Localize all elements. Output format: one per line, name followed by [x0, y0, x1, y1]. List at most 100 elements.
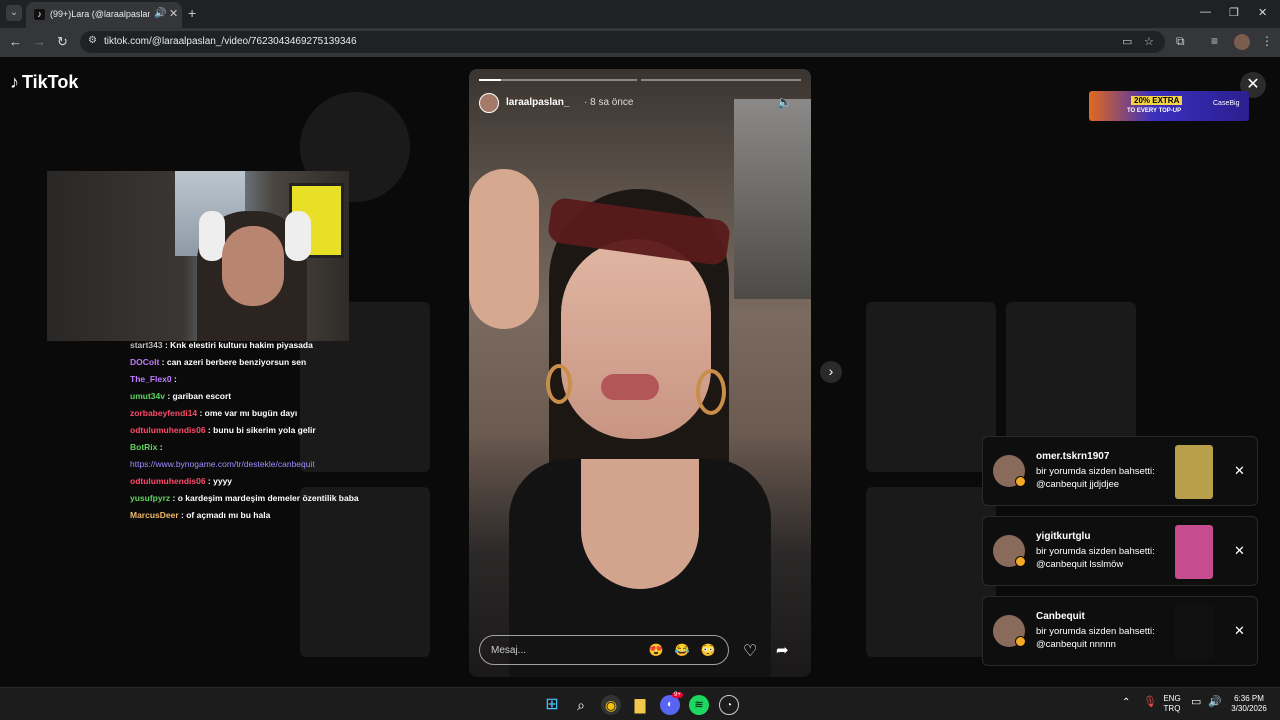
- lang-text: ENG: [1163, 694, 1181, 703]
- notification-thumbnail[interactable]: [1175, 525, 1213, 579]
- extensions-icon[interactable]: ⧉: [1176, 34, 1185, 49]
- chat-text: gariban escort: [172, 391, 232, 401]
- clock-time: 6:36 PM: [1234, 694, 1264, 703]
- casebig-ad-banner[interactable]: 20% EXTRA TO EVERY TOP-UP CaseBig: [1089, 91, 1249, 121]
- notification-user[interactable]: Canbequit: [1036, 611, 1085, 622]
- shocked-emoji-icon[interactable]: 😳: [699, 641, 717, 659]
- chat-username[interactable]: start343: [130, 340, 163, 350]
- story-time: · 8 sa önce: [584, 97, 634, 108]
- app-clock-icon[interactable]: ◔: [719, 695, 739, 715]
- mention-badge-icon: [1015, 476, 1026, 487]
- share-icon[interactable]: ➦: [776, 641, 789, 659]
- spotify-icon[interactable]: ≋: [689, 695, 709, 715]
- story-username[interactable]: laraalpaslan_: [506, 97, 569, 108]
- mention-notification[interactable]: Canbequit bir yorumda sizden bahsetti: @ca…: [982, 596, 1258, 666]
- logo-text: TikTok: [22, 72, 79, 92]
- mention-notification[interactable]: omer.tskrn1907 bir yorumda sizden bahsett…: [982, 436, 1258, 506]
- chat-username[interactable]: zorbabeyfendi14: [130, 408, 197, 418]
- chat-message: umut34v : gariban escort: [130, 391, 232, 401]
- notification-close-icon[interactable]: ✕: [1234, 543, 1245, 559]
- mention-notification[interactable]: yigitkurtglu bir yorumda sizden bahsetti:…: [982, 516, 1258, 586]
- story-viewer[interactable]: laraalpaslan_ · 8 sa önce 🔈 Mesaj... 😍 😂…: [469, 69, 811, 677]
- profile-avatar[interactable]: [1234, 34, 1250, 50]
- clock[interactable]: 6:36 PM 3/30/2026: [1228, 694, 1270, 714]
- story-progress-fill: [479, 79, 502, 81]
- clock-date: 3/30/2026: [1231, 704, 1267, 713]
- start-windows-icon[interactable]: ⊞: [542, 695, 562, 715]
- search-icon[interactable]: ⌕: [571, 695, 591, 715]
- next-story-chevron-icon[interactable]: ›: [820, 361, 842, 383]
- new-tab-icon[interactable]: +: [188, 5, 196, 21]
- cast-icon[interactable]: ▭: [1122, 35, 1132, 48]
- forward-icon[interactable]: →: [33, 34, 46, 49]
- message-placeholder: Mesaj...: [491, 645, 527, 656]
- chat-username[interactable]: The_Flex0: [130, 374, 172, 384]
- tiktok-favicon-icon: ♪: [34, 9, 45, 20]
- reading-list-icon[interactable]: ≡: [1211, 34, 1218, 48]
- chat-message: https://www.bynogame.com/tr/destekle/can…: [130, 456, 360, 473]
- reload-icon[interactable]: ↻: [57, 34, 68, 50]
- streamer-webcam: [47, 171, 349, 341]
- tiktok-note-icon: ♪: [10, 72, 19, 92]
- notification-close-icon[interactable]: ✕: [1234, 463, 1245, 479]
- notification-thumbnail[interactable]: [1175, 605, 1213, 659]
- window-close-icon[interactable]: ✕: [1258, 6, 1267, 19]
- notification-user[interactable]: omer.tskrn1907: [1036, 451, 1109, 462]
- ad-subline: TO EVERY TOP-UP: [1127, 108, 1182, 114]
- laughing-emoji-icon[interactable]: 😂: [673, 641, 691, 659]
- chat-link[interactable]: https://www.bynogame.com/tr/destekle/can…: [130, 459, 315, 469]
- stream-chat: start343 : Knk elestiri kulturu hakim pi…: [130, 337, 360, 524]
- notification-text: bir yorumda sizden bahsetti: @canbequit n…: [1036, 625, 1166, 651]
- back-icon[interactable]: ←: [9, 34, 22, 49]
- mention-badge-icon: [1015, 556, 1026, 567]
- tiktok-logo[interactable]: ♪ TikTok: [10, 72, 78, 93]
- chat-username[interactable]: odtulumuhendis06: [130, 476, 206, 486]
- windows-taskbar: ⊞ ⌕ ◉ ▇ ◐ 9+ ≋ ◔ ⌃ 🎙 ENG TRQ ▭ 🔊 6:36 PM…: [0, 687, 1280, 720]
- tray-chevron-icon[interactable]: ⌃: [1122, 698, 1130, 708]
- chat-username[interactable]: yusufpyrz: [130, 493, 170, 503]
- restore-icon[interactable]: ❐: [1229, 6, 1239, 19]
- chat-message: yusufpyrz : o kardeşim mardeşim demeler …: [130, 493, 359, 503]
- notification-thumbnail[interactable]: [1175, 445, 1213, 499]
- volume-tray-icon[interactable]: 🔊: [1208, 697, 1222, 708]
- chat-username[interactable]: umut34v: [130, 391, 165, 401]
- ad-brand: CaseBig: [1213, 100, 1240, 107]
- notification-user[interactable]: yigitkurtglu: [1036, 531, 1090, 542]
- notification-line2: @canbequit nnnnn: [1036, 639, 1116, 650]
- chat-username[interactable]: MarcusDeer: [130, 510, 179, 520]
- minimize-icon[interactable]: —: [1200, 6, 1211, 18]
- story-avatar[interactable]: [479, 93, 499, 113]
- ad-headline: 20% EXTRA: [1131, 96, 1183, 105]
- message-input[interactable]: Mesaj... 😍 😂 😳: [479, 635, 729, 665]
- story-time-text: 8 sa önce: [590, 97, 634, 108]
- discord-icon[interactable]: ◐: [660, 695, 680, 715]
- file-explorer-icon[interactable]: ▇: [630, 695, 650, 715]
- mention-badge-icon: [1015, 636, 1026, 647]
- chat-text: can azeri berbere benziyorsun sen: [166, 357, 307, 367]
- url-text: tiktok.com/@laraalpaslan_/video/76230434…: [104, 36, 357, 47]
- site-info-icon[interactable]: ⚙: [88, 35, 97, 46]
- volume-icon[interactable]: 🔈: [777, 95, 792, 109]
- chat-username[interactable]: odtulumuhendis06: [130, 425, 206, 435]
- chat-username[interactable]: DOColt: [130, 357, 159, 367]
- chat-message: DOColt : can azeri berbere benziyorsun s…: [130, 357, 307, 367]
- speaker-icon[interactable]: 🔊: [154, 8, 166, 19]
- browser-tab[interactable]: ♪ (99+)Lara (@laraalpaslan_) 🔊 ✕: [26, 2, 182, 28]
- like-heart-icon[interactable]: ♡: [743, 641, 757, 661]
- heart-eyes-emoji-icon[interactable]: 😍: [647, 641, 665, 659]
- chat-message: BotRix :: [130, 442, 163, 452]
- menu-icon[interactable]: ⋮: [1261, 34, 1273, 48]
- tab-search-icon[interactable]: ⌄: [6, 5, 22, 21]
- tab-close-icon[interactable]: ✕: [169, 7, 178, 20]
- chat-text: Knk elestiri kulturu hakim piyasada: [170, 340, 313, 350]
- address-bar[interactable]: ⚙ tiktok.com/@laraalpaslan_/video/762304…: [80, 31, 1165, 53]
- microphone-icon[interactable]: 🎙: [1143, 697, 1157, 708]
- bookmark-star-icon[interactable]: ☆: [1144, 35, 1154, 48]
- notification-close-icon[interactable]: ✕: [1234, 623, 1245, 639]
- chrome-icon[interactable]: ◉: [601, 695, 621, 715]
- chat-username[interactable]: BotRix: [130, 442, 157, 452]
- language-indicator[interactable]: ENG TRQ: [1162, 694, 1182, 714]
- network-icon[interactable]: ▭: [1191, 697, 1201, 708]
- discord-badge: 9+: [672, 692, 683, 698]
- browser-toolbar: ← → ↻ ⚙ tiktok.com/@laraalpaslan_/video/…: [0, 28, 1280, 57]
